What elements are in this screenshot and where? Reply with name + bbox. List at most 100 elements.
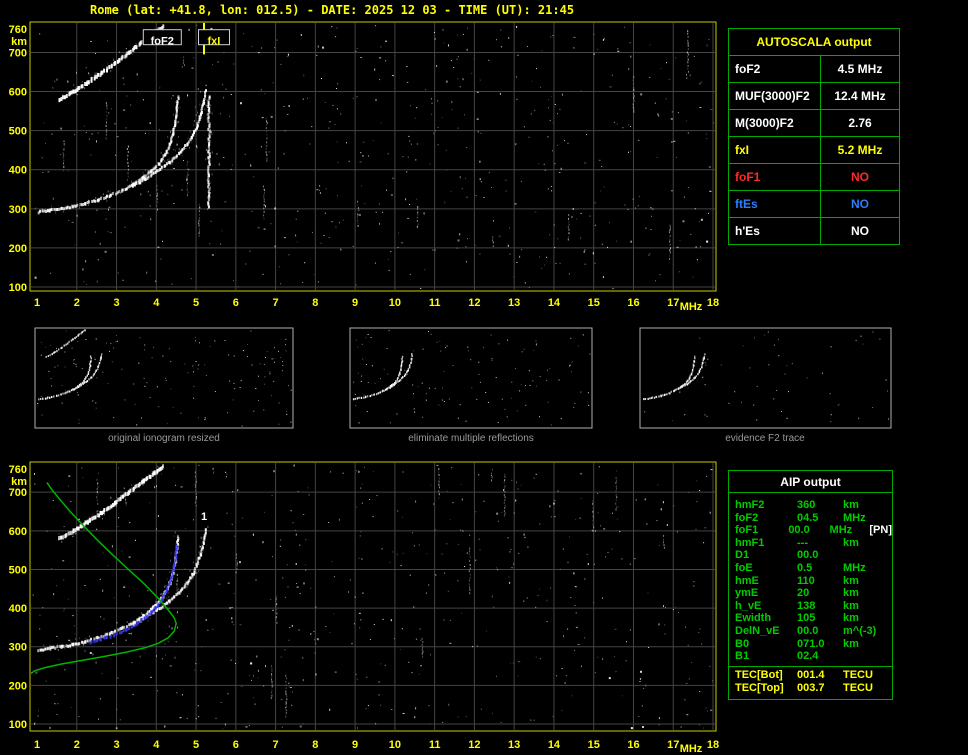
autoscala-param-value: 12.4 MHz [820, 82, 900, 110]
y-tick-label: 200 [9, 243, 27, 255]
autoscala-table-body: foF2 4.5 MHz MUF(3000)F2 12.4 MHz M(3000)F2 2… [728, 55, 900, 245]
y-tick-label: 600 [9, 526, 27, 538]
aip-unit: km [843, 574, 859, 587]
aip-row-deln-ve: DelN_vE 00.0 m^(-3) [735, 625, 892, 638]
aip-value: 003.7 [797, 682, 825, 695]
aip-value: 00.0 [797, 549, 819, 562]
autoscala-param-value: NO [820, 217, 900, 245]
aip-separator-line [729, 665, 892, 667]
aip-name: foF2 [735, 511, 759, 524]
aip-name: Ewidth [735, 612, 772, 625]
x-tick-label: 3 [113, 297, 119, 309]
annotation-text: 1 [201, 511, 207, 523]
x-tick-label: 3 [113, 739, 119, 751]
aip-row-hme: hmE 110 km [735, 575, 892, 588]
aip-output-table: AIP output hmF2 360 km foF2 04.5 MHz foF1 00.0 M… [728, 470, 893, 700]
aip-name: TEC[Top] [735, 682, 784, 695]
y-axis-unit-label: km [11, 476, 27, 488]
x-tick-label: 13 [508, 739, 520, 751]
aip-row-hmf1: hmF1 --- km [735, 537, 892, 550]
y-tick-label: 200 [9, 680, 27, 692]
y-tick-label: 400 [9, 165, 27, 177]
aip-name: TEC[Bot] [735, 668, 783, 681]
thumb-caption-original: original ionogram resized [108, 433, 220, 444]
y-tick-label: 600 [9, 87, 27, 99]
x-tick-label: 8 [312, 297, 318, 309]
aip-row-b0: B0 071.0 km [735, 638, 892, 651]
x-tick-label: 14 [548, 297, 561, 309]
aip-value: 04.5 [797, 511, 819, 524]
aip-value: 071.0 [797, 637, 825, 650]
x-tick-label: 10 [389, 297, 401, 309]
autoscala-param-label: h'Es [728, 217, 821, 245]
aip-value: 360 [797, 499, 816, 511]
aip-name: D1 [735, 549, 750, 562]
y-tick-label: 300 [9, 204, 27, 216]
y-tick-label: 700 [9, 487, 27, 499]
autoscala-param-value: NO [820, 190, 900, 218]
autoscala-title-row: AUTOSCALA output [728, 28, 900, 56]
autoscala-param-label: foF2 [728, 55, 821, 83]
autoscala-row-muf-3000-f2: MUF(3000)F2 12.4 MHz [728, 82, 900, 110]
x-tick-label: 9 [352, 739, 358, 751]
x-tick-label: 13 [508, 297, 520, 309]
thumbnail-0 [34, 327, 294, 429]
y-tick-label: 400 [9, 603, 27, 615]
aip-name: hmF1 [735, 536, 765, 549]
y-tick-label: 500 [9, 564, 27, 576]
aip-unit: km [843, 536, 859, 549]
top-ionogram-plot: foF2 fxI1 2 3 4 5 6 7 8 9 10 11 12 13 14 15 16 17 18760700… [9, 21, 719, 313]
x-axis-unit-label: MHz [680, 743, 703, 755]
annotation-text: foF2 [151, 36, 174, 48]
x-tick-label: 18 [707, 739, 719, 751]
x-tick-label: 7 [273, 739, 279, 751]
x-tick-label: 11 [429, 739, 441, 751]
y-tick-label: 100 [9, 719, 27, 731]
autoscala-param-value: NO [820, 163, 900, 191]
y-tick-label: 300 [9, 642, 27, 654]
autoscala-window: Rome (lat: +41.8, lon: 012.5) - DATE: 20… [0, 0, 968, 755]
thumbnail-frame [34, 327, 294, 429]
x-tick-label: 16 [627, 297, 639, 309]
x-tick-label: 10 [389, 739, 401, 751]
autoscala-param-value: 5.2 MHz [820, 136, 900, 164]
autoscala-param-value: 2.76 [820, 109, 900, 137]
aip-value: 02.4 [797, 650, 819, 663]
aip-row-d1: D1 00.0 [735, 549, 892, 562]
aip-row-hmf2: hmF2 360 km [735, 499, 892, 512]
x-tick-label: 4 [153, 739, 160, 751]
autoscala-param-label: M(3000)F2 [728, 109, 821, 137]
aip-value: 138 [797, 599, 816, 612]
aip-tec-rows: TEC[Bot] 001.4 TECU TEC[Top] 003.7 TECU [729, 669, 892, 696]
x-tick-label: 9 [352, 297, 358, 309]
aip-name: hmE [735, 574, 759, 587]
aip-table-title: AIP output [729, 471, 892, 493]
autoscala-param-label: MUF(3000)F2 [728, 82, 821, 110]
x-tick-label: 15 [588, 297, 600, 309]
aip-row-b1: B1 02.4 [735, 650, 892, 663]
y-axis-unit-label: km [11, 36, 27, 48]
aip-unit: km [843, 587, 859, 600]
aip-unit [831, 650, 887, 663]
y-tick-label: 760 [9, 464, 27, 476]
y-tick-label: 100 [9, 282, 27, 294]
annotation-1: 1 [201, 511, 207, 523]
x-tick-label: 15 [588, 739, 600, 751]
plot-frame [29, 21, 717, 292]
aip-value: 110 [797, 574, 815, 587]
aip-unit: TECU [843, 668, 873, 681]
autoscala-param-label: fxI [728, 136, 821, 164]
thumbnail-frame [349, 327, 593, 429]
annotation-fof2: foF2 [142, 29, 182, 48]
aip-row-tec-top: TEC[Top] 003.7 TECU [735, 682, 892, 696]
x-tick-label: 7 [273, 297, 279, 309]
aip-unit [831, 549, 887, 562]
x-tick-label: 2 [74, 739, 80, 751]
autoscala-row-fxi: fxI 5.2 MHz [728, 136, 900, 164]
aip-name: hmF2 [735, 499, 765, 511]
x-tick-label: 12 [468, 739, 480, 751]
aip-value: 001.4 [797, 668, 825, 681]
autoscala-row-m-3000-f2: M(3000)F2 2.76 [728, 109, 900, 137]
x-tick-label: 4 [153, 297, 160, 309]
x-tick-label: 17 [667, 297, 679, 309]
